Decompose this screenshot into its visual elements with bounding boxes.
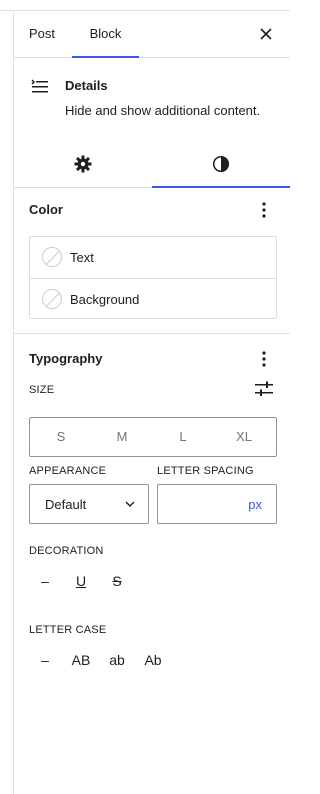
decoration-label: DECORATION bbox=[29, 545, 104, 557]
gear-icon bbox=[74, 155, 92, 172]
details-block-icon bbox=[31, 79, 48, 93]
tab-settings[interactable] bbox=[14, 140, 152, 187]
letter-spacing-label: LETTER SPACING bbox=[157, 465, 254, 477]
letter-case-capitalize-button[interactable]: Ab bbox=[138, 646, 168, 674]
block-title: Details bbox=[65, 78, 108, 93]
styles-icon bbox=[212, 155, 230, 172]
typography-panel-title: Typography bbox=[29, 351, 103, 366]
color-panel: Color Text Background bbox=[14, 188, 290, 334]
close-icon bbox=[260, 28, 272, 40]
size-option-l[interactable]: L bbox=[153, 418, 213, 456]
size-option-xl[interactable]: XL bbox=[214, 418, 274, 456]
tab-post[interactable]: Post bbox=[29, 11, 55, 57]
color-options-button[interactable] bbox=[252, 198, 276, 222]
decoration-strikethrough-button[interactable]: S bbox=[106, 567, 128, 595]
unit-select[interactable]: px bbox=[248, 497, 262, 512]
appearance-label: APPEARANCE bbox=[29, 465, 107, 477]
letter-case-lowercase-button[interactable]: ab bbox=[102, 646, 132, 674]
color-item-text[interactable]: Text bbox=[30, 237, 276, 278]
tab-block[interactable]: Block bbox=[72, 11, 139, 58]
size-option-m[interactable]: M bbox=[92, 418, 152, 456]
decoration-none-button[interactable]: – bbox=[34, 567, 56, 595]
block-description: Hide and show additional content. bbox=[65, 103, 261, 118]
color-item-label: Background bbox=[70, 292, 140, 307]
letter-spacing-input[interactable]: px bbox=[157, 484, 277, 524]
settings-sliders-icon bbox=[255, 381, 273, 396]
typography-options-button[interactable] bbox=[252, 347, 276, 371]
close-button[interactable] bbox=[254, 22, 278, 46]
empty-swatch-icon bbox=[42, 289, 62, 309]
font-size-picker: S M L XL bbox=[29, 417, 277, 457]
chevron-down-icon bbox=[125, 501, 135, 507]
more-vertical-icon bbox=[262, 202, 266, 218]
block-settings-tabs bbox=[14, 140, 290, 188]
empty-swatch-icon bbox=[42, 247, 62, 267]
custom-size-button[interactable] bbox=[252, 377, 276, 401]
appearance-select[interactable]: Default bbox=[29, 484, 149, 524]
color-panel-title: Color bbox=[29, 202, 63, 217]
settings-sidebar: Post Block Details Hide and show additio… bbox=[14, 11, 290, 794]
appearance-value: Default bbox=[45, 497, 87, 512]
tab-styles[interactable] bbox=[152, 140, 290, 188]
sidebar-tabs: Post Block bbox=[14, 11, 290, 58]
color-item-background[interactable]: Background bbox=[30, 278, 276, 319]
more-vertical-icon bbox=[262, 351, 266, 367]
color-item-label: Text bbox=[70, 250, 94, 265]
letter-case-none-button[interactable]: – bbox=[34, 646, 56, 674]
size-option-s[interactable]: S bbox=[31, 418, 91, 456]
decoration-underline-button[interactable]: U bbox=[70, 567, 92, 595]
size-label: SIZE bbox=[29, 384, 55, 396]
letter-case-label: LETTER CASE bbox=[29, 624, 107, 636]
letter-case-uppercase-button[interactable]: AB bbox=[66, 646, 96, 674]
color-item-list: Text Background bbox=[29, 236, 277, 319]
typography-panel: Typography SIZE S M L XL APPEARANCE LETT… bbox=[14, 334, 290, 754]
block-card: Details Hide and show additional content… bbox=[14, 58, 290, 140]
